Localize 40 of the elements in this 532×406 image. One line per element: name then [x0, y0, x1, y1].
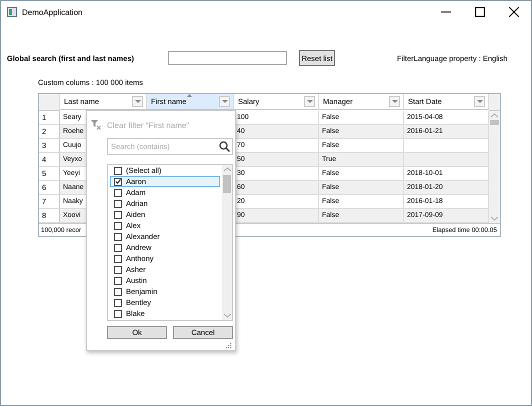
checkbox[interactable]	[114, 276, 122, 284]
resize-grip-icon[interactable]	[226, 343, 232, 349]
app-icon	[7, 7, 17, 17]
search-field[interactable]	[168, 51, 287, 65]
sort-arrow-icon	[187, 94, 192, 97]
checkbox[interactable]	[114, 266, 122, 274]
filter-clear-icon	[91, 120, 101, 130]
checkbox[interactable]	[114, 178, 122, 186]
checkbox[interactable]	[114, 254, 122, 262]
checkbox[interactable]	[114, 310, 122, 318]
scrollbar[interactable]	[489, 111, 500, 223]
checkbox[interactable]	[114, 244, 122, 252]
checkbox[interactable]	[114, 298, 122, 306]
dropdown-icon	[392, 100, 398, 103]
search-icon	[219, 141, 230, 152]
close-icon	[509, 7, 519, 17]
checkbox[interactable]	[114, 166, 122, 174]
checkbox[interactable]	[114, 210, 122, 218]
checkbox[interactable]	[114, 232, 122, 240]
filter-button[interactable]	[304, 96, 315, 107]
scrollbar-header-block	[489, 94, 500, 111]
scrollbar[interactable]	[222, 165, 232, 320]
header-corner	[39, 94, 60, 111]
window-title: DemoApplication	[22, 8, 84, 16]
dropdown-icon	[134, 100, 140, 103]
scroll-thumb[interactable]	[223, 175, 231, 193]
dropdown-icon	[222, 100, 228, 103]
filter-button[interactable]	[132, 96, 143, 107]
checkbox[interactable]	[114, 222, 122, 230]
filter-button[interactable]	[219, 96, 230, 107]
dropdown-icon	[306, 100, 312, 103]
filter-button[interactable]	[474, 96, 485, 107]
filter-button[interactable]	[389, 96, 400, 107]
checkbox[interactable]	[114, 288, 122, 296]
checkmark-icon	[115, 178, 121, 185]
checkbox[interactable]	[114, 200, 122, 208]
maximize-icon	[475, 7, 485, 17]
dropdown-icon	[476, 100, 482, 103]
scroll-thumb[interactable]	[490, 120, 499, 125]
checkbox[interactable]	[114, 188, 122, 196]
